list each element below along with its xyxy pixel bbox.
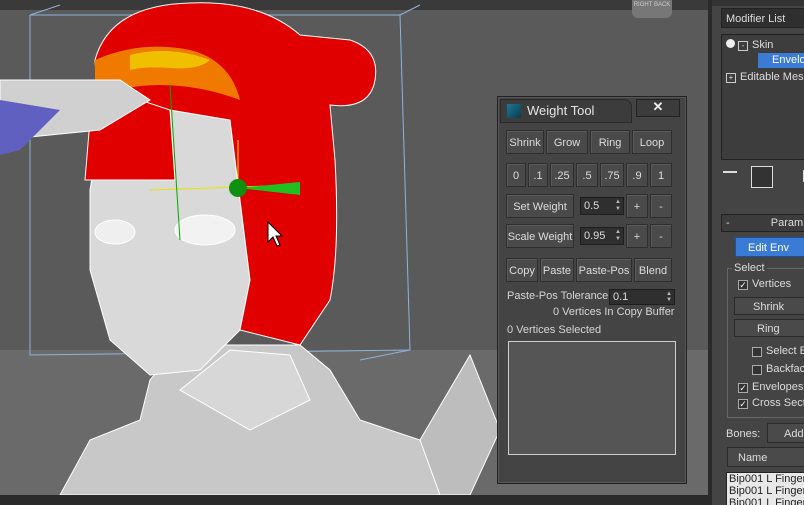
- scale-weight-minus-button[interactable]: -: [650, 224, 672, 248]
- envelopes-label: Envelopes: [752, 381, 804, 393]
- copy-buffer-status: 0 Vertices In Copy Buffer: [553, 306, 675, 318]
- grow-button[interactable]: Grow: [546, 130, 588, 154]
- body-mesh: [59, 344, 501, 495]
- show-end-result-icon[interactable]: [751, 166, 773, 188]
- preset-0.9-button[interactable]: .9: [626, 163, 648, 187]
- ring-button[interactable]: Ring: [734, 319, 804, 337]
- set-weight-minus-button[interactable]: -: [650, 194, 672, 218]
- scale-weight-button[interactable]: Scale Weight: [506, 224, 574, 248]
- bone-list-item[interactable]: Bip001 L Finger3: [727, 485, 804, 497]
- paste-pos-tolerance-label: Paste-Pos Tolerance: [507, 290, 609, 302]
- vertex-weight-list[interactable]: [508, 341, 676, 455]
- stack-tools: [721, 166, 804, 188]
- preset-0.25-button[interactable]: .25: [550, 163, 574, 187]
- blend-button[interactable]: Blend: [634, 258, 672, 282]
- set-weight-plus-button[interactable]: +: [626, 194, 648, 218]
- spinner-arrows-icon[interactable]: ▲ ▼: [614, 199, 622, 213]
- scale-weight-value: 0.95: [584, 230, 606, 242]
- stack-item-envelope[interactable]: Envelo: [758, 53, 804, 68]
- stack-item-editable-mesh[interactable]: + Editable Mesh: [726, 70, 804, 85]
- bone-list-item[interactable]: Bip001 L Finger4: [727, 473, 804, 485]
- bones-name-header[interactable]: Name: [727, 447, 804, 467]
- backface-checkbox[interactable]: [752, 365, 762, 375]
- preset-0.5-button[interactable]: .5: [576, 163, 598, 187]
- close-button[interactable]: ✕: [636, 99, 680, 117]
- ring-button[interactable]: Ring: [590, 130, 630, 154]
- paste-button[interactable]: Paste: [540, 258, 574, 282]
- preset-0.1-button[interactable]: .1: [528, 163, 548, 187]
- shrink-button[interactable]: Shrink: [506, 130, 544, 154]
- copy-button[interactable]: Copy: [506, 258, 538, 282]
- shrink-button[interactable]: Shrink: [734, 297, 804, 315]
- set-weight-button[interactable]: Set Weight: [506, 194, 574, 218]
- rollout-title: Param: [770, 217, 804, 229]
- paste-pos-tolerance-spinner[interactable]: 0.1 ▲ ▼: [609, 289, 675, 305]
- select-element-label: Select El: [766, 345, 804, 357]
- stack-item-skin[interactable]: - Skin: [726, 38, 773, 53]
- bone-list-item[interactable]: Bip001 L Finger2: [727, 497, 804, 505]
- loop-button[interactable]: Loop: [632, 130, 672, 154]
- modifier-stack[interactable]: - Skin Envelo + Editable Mesh: [721, 34, 804, 160]
- envelopes-checkbox[interactable]: ✓: [738, 383, 748, 393]
- set-weight-value: 0.5: [584, 200, 600, 212]
- bones-list[interactable]: Bip001 L Finger4 Bip001 L Finger3 Bip001…: [726, 472, 804, 505]
- weight-tool-dialog[interactable]: Weight Tool ✕ Shrink Grow Ring Loop 0 .1…: [497, 96, 687, 484]
- cross-sections-label: Cross Section: [752, 397, 804, 409]
- preset-1-button[interactable]: 1: [650, 163, 672, 187]
- dialog-title: Weight Tool: [527, 103, 595, 118]
- stack-item-editable-mesh-label: Editable Mesh: [740, 71, 804, 83]
- rollout-toggle: -: [726, 217, 730, 229]
- select-element-checkbox[interactable]: [752, 347, 762, 357]
- scale-weight-plus-button[interactable]: +: [626, 224, 648, 248]
- command-panel: Modifier List - Skin Envelo + Editable Mes…: [708, 0, 804, 505]
- collapse-toggle-icon[interactable]: -: [738, 41, 748, 51]
- paste-pos-button[interactable]: Paste-Pos: [576, 258, 632, 282]
- dialog-title-bar[interactable]: Weight Tool: [500, 99, 632, 123]
- stack-item-skin-label: Skin: [752, 39, 774, 51]
- set-weight-spinner[interactable]: 0.5 ▲ ▼: [580, 197, 624, 215]
- preset-0-button[interactable]: 0: [506, 163, 526, 187]
- spinner-arrows-icon[interactable]: ▲ ▼: [665, 291, 673, 303]
- select-group: [727, 268, 804, 418]
- panel-top-strip: [712, 0, 804, 6]
- scale-weight-spinner[interactable]: 0.95 ▲ ▼: [580, 227, 624, 245]
- pin-stack-icon[interactable]: [723, 171, 737, 183]
- backface-label: Backface: [766, 363, 804, 375]
- edit-envelopes-button[interactable]: Edit Env: [735, 237, 804, 257]
- vertices-selected-status: 0 Vertices Selected: [507, 324, 602, 336]
- modifier-list-dropdown[interactable]: Modifier List: [721, 8, 804, 28]
- parameters-rollout-header[interactable]: - Param: [721, 214, 804, 232]
- select-group-label: Select: [732, 262, 767, 274]
- expand-toggle-icon[interactable]: +: [726, 73, 736, 83]
- add-bone-button[interactable]: Add: [767, 423, 804, 443]
- vertices-label: Vertices: [752, 278, 792, 290]
- cross-sections-checkbox[interactable]: ✓: [738, 399, 748, 409]
- preset-0.75-button[interactable]: .75: [600, 163, 624, 187]
- weight-tool-icon: [507, 104, 521, 118]
- vertices-checkbox[interactable]: ✓: [738, 280, 748, 290]
- lightbulb-icon[interactable]: [726, 39, 735, 48]
- bones-label: Bones:: [726, 428, 761, 440]
- close-icon: ✕: [652, 99, 664, 114]
- spinner-arrows-icon[interactable]: ▲ ▼: [614, 229, 622, 243]
- paste-pos-tolerance-value: 0.1: [613, 291, 629, 303]
